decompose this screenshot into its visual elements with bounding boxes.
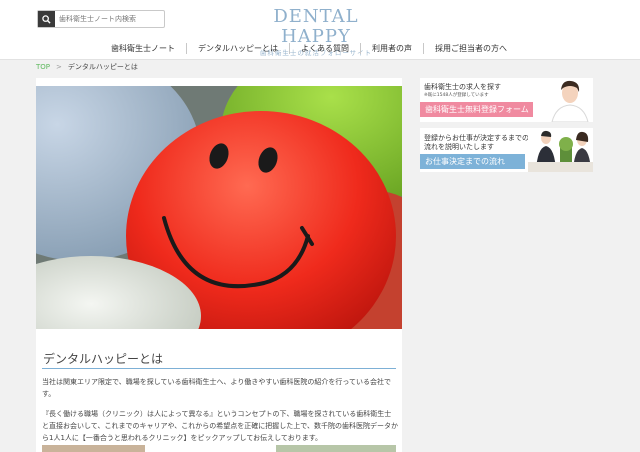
- main-content: デンタルハッピーとは 当社は関東エリア限定で、職場を探している歯科衛生士へ、より…: [36, 78, 402, 452]
- breadcrumb: TOP > デンタルハッピーとは: [36, 62, 138, 72]
- search-input[interactable]: [59, 11, 159, 27]
- register-banner[interactable]: 歯科衛生士の求人を探す ※既に1548人が登録しています 歯科衛生士無料登録フォ…: [420, 78, 593, 122]
- nav-item-about[interactable]: デンタルハッピーとは: [187, 43, 289, 54]
- site-search: [37, 10, 165, 28]
- nav-item-faq[interactable]: よくある質問: [290, 43, 360, 54]
- flow-banner-line-2: 流れを説明いたします: [424, 143, 494, 151]
- register-banner-text: 歯科衛生士の求人を探す: [424, 83, 501, 91]
- search-icon: [42, 14, 51, 24]
- breadcrumb-home[interactable]: TOP: [36, 63, 50, 71]
- smiley-balloon-photo: [36, 86, 402, 329]
- content-image-left: [42, 445, 145, 452]
- woman-photo: [546, 78, 593, 122]
- chevron-right-icon: >: [56, 63, 62, 71]
- search-button[interactable]: [38, 11, 55, 27]
- nav-item-employers[interactable]: 採用ご担当者の方へ: [424, 43, 518, 54]
- register-form-button[interactable]: 歯科衛生士無料登録フォーム: [420, 102, 533, 117]
- content-image-right: [276, 445, 396, 452]
- site-header: DENTAL HAPPY 歯科衛生士の就活フォローサイト 歯科衛生士ノート デン…: [0, 0, 640, 60]
- intro-paragraph: 当社は関東エリア限定で、職場を探している歯科衛生士へ、より働きやすい歯科医院の紹…: [42, 378, 392, 398]
- office-photo: [528, 128, 593, 172]
- global-nav: 歯科衛生士ノート デンタルハッピーとは よくある質問 利用者の声 採用ご担当者の…: [100, 40, 518, 56]
- nav-item-testimonials[interactable]: 利用者の声: [361, 43, 423, 54]
- section-title: デンタルハッピーとは: [43, 352, 164, 366]
- section-divider: [42, 368, 396, 369]
- flow-banner[interactable]: 登録からお仕事が決定するまでの 流れを説明いたします お仕事決定までの流れ: [420, 128, 593, 172]
- nav-item-notes[interactable]: 歯科衛生士ノート: [100, 43, 186, 54]
- hero-image: [36, 86, 402, 329]
- breadcrumb-current: デンタルハッピーとは: [67, 63, 138, 71]
- flow-guide-button[interactable]: お仕事決定までの流れ: [420, 154, 525, 169]
- register-banner-note: ※既に1548人が登録しています: [424, 93, 489, 98]
- concept-paragraph: 『長く働ける職場（クリニック）は人によって異なる』というコンセプトの下、職場を探…: [42, 410, 398, 442]
